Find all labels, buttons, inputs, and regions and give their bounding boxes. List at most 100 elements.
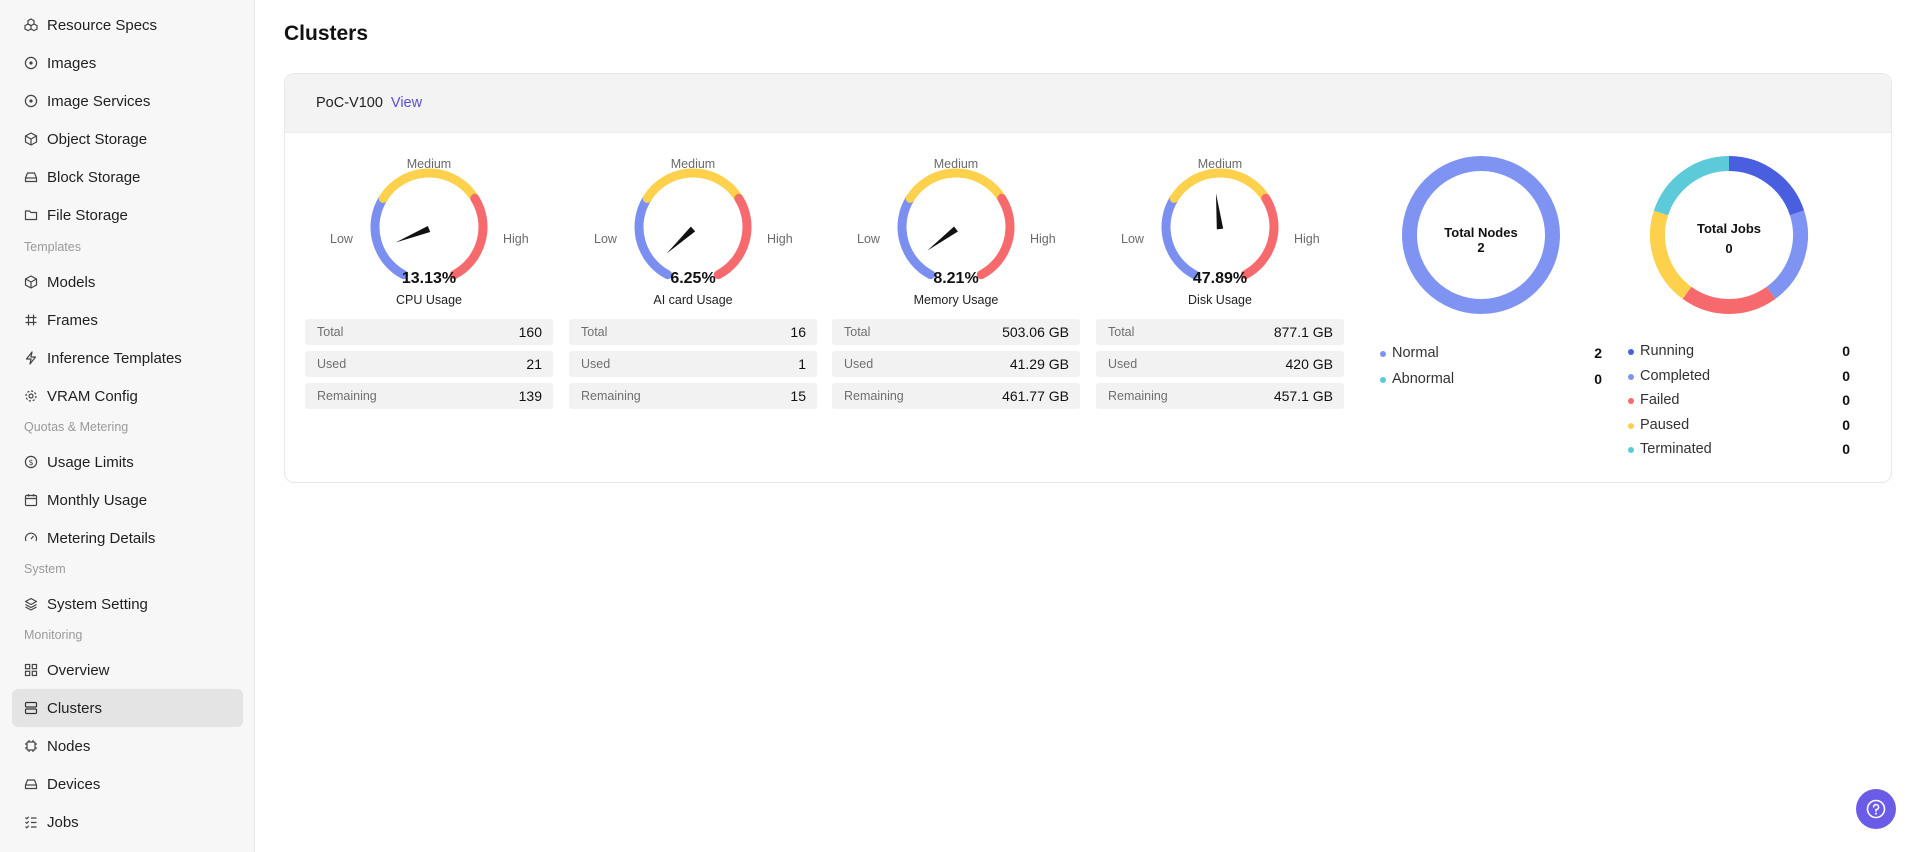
sidebar-item-object-storage[interactable]: Object Storage xyxy=(12,120,243,158)
sidebar-item-label: Models xyxy=(47,273,96,291)
legend-item-terminated: Terminated 0 xyxy=(1628,441,1850,457)
sidebar-item-label: Usage Limits xyxy=(47,453,134,471)
failed-dot-icon xyxy=(1628,398,1634,404)
legend-value: 0 xyxy=(1842,392,1850,408)
image-icon xyxy=(24,56,38,70)
view-link[interactable]: View xyxy=(391,95,422,111)
gauge-name: Memory Usage xyxy=(913,293,999,307)
help-button[interactable] xyxy=(1856,789,1896,829)
sidebar-item-images[interactable]: Images xyxy=(12,44,243,82)
legend-value: 0 xyxy=(1842,441,1850,457)
calendar-icon xyxy=(24,493,38,507)
sidebar-item-label: System Setting xyxy=(47,595,148,613)
cluster-name: PoC-V100 xyxy=(316,95,383,111)
stat-label: Used xyxy=(1108,357,1138,371)
stat-label: Total xyxy=(581,325,608,339)
gauge-low-arc xyxy=(1161,193,1200,280)
cluster-card-header: PoC-V100 View xyxy=(285,74,1891,133)
legend-label: Normal xyxy=(1392,345,1439,361)
gauge-block: Medium Low High 8.21% Memory Usage Total 503.0… xyxy=(832,134,1080,409)
sidebar-item-file-storage[interactable]: File Storage xyxy=(12,196,243,234)
normal-dot-icon xyxy=(1380,351,1386,357)
sidebar-item-label: Devices xyxy=(47,775,101,793)
cluster-card: PoC-V100 View Medium Low High 13.13% CPU Usa… xyxy=(284,73,1892,483)
sidebar-item-block-storage[interactable]: Block Storage xyxy=(12,158,243,196)
sidebar-item-label: Resource Specs xyxy=(47,16,158,34)
gauge-high-arc xyxy=(1240,193,1279,280)
legend-value: 0 xyxy=(1842,416,1850,433)
sidebar-item-label: VRAM Config xyxy=(47,387,138,405)
legend-label: Paused xyxy=(1640,416,1690,433)
legend-label: Terminated xyxy=(1640,441,1712,457)
gauge-medium-arc xyxy=(642,168,744,203)
stat-label: Used xyxy=(844,357,874,371)
sidebar-item-jobs[interactable]: Jobs xyxy=(12,803,243,841)
hash-icon xyxy=(24,313,38,327)
legend-value: 0 xyxy=(1594,371,1602,387)
sidebar-item-label: Monthly Usage xyxy=(47,491,148,509)
sidebar-item-metering-details[interactable]: Metering Details xyxy=(12,519,243,557)
legend-label: Running xyxy=(1640,343,1695,359)
sidebar-item-frames[interactable]: Frames xyxy=(12,301,243,339)
stat-value: 457.1 GB xyxy=(1273,388,1333,404)
jobs-segment-terminated xyxy=(1653,156,1730,216)
stat-row: Used 21 xyxy=(305,351,553,377)
main-content: Clusters PoC-V100 View Medium Low High 13.1… xyxy=(256,0,1920,852)
svg-text:$: $ xyxy=(28,458,33,467)
sidebar-item-clusters[interactable]: Clusters xyxy=(12,689,243,727)
nodes-donut-label: Total Nodes 2 xyxy=(1421,225,1541,255)
gauge-medium-label: Medium xyxy=(406,157,452,171)
sidebar-item-monthly-usage[interactable]: Monthly Usage xyxy=(12,481,243,519)
sidebar-item-overview[interactable]: Overview xyxy=(12,651,243,689)
gear-icon xyxy=(24,389,38,403)
legend-item-running: Running 0 xyxy=(1628,343,1850,359)
paused-dot-icon xyxy=(1628,422,1634,429)
gauge-block: Medium Low High 6.25% AI card Usage Total 16 Us… xyxy=(569,134,817,409)
sidebar-section-monitoring: Monitoring xyxy=(24,628,83,642)
stat-row: Total 16 xyxy=(569,319,817,345)
jobs-donut-block: Total Jobs 0 Running 0 Completed 0 Failed 0 Pa… xyxy=(1618,134,1858,474)
gauge-name: AI card Usage xyxy=(653,293,733,307)
gauge-needle xyxy=(1215,193,1224,230)
nodes-donut-title: Total Nodes xyxy=(1444,225,1518,240)
gauge-block: Medium Low High 13.13% CPU Usage Total 160 Used… xyxy=(305,134,553,409)
gauge-low-label: Low xyxy=(594,232,617,246)
legend-label: Failed xyxy=(1640,392,1680,408)
list-check-icon xyxy=(24,815,38,829)
sidebar-section-system: System xyxy=(24,562,66,576)
legend-label: Abnormal xyxy=(1392,371,1455,387)
sidebar-item-image-services[interactable]: Image Services xyxy=(12,82,243,120)
jobs-segment-running xyxy=(1728,156,1805,216)
page-title: Clusters xyxy=(284,22,369,45)
gauge-low-arc xyxy=(897,193,936,280)
sidebar-item-label: Image Services xyxy=(47,92,151,110)
sidebar-item-devices[interactable]: Devices xyxy=(12,765,243,803)
gauge-high-label: High xyxy=(1030,232,1056,246)
sidebar-item-system-setting[interactable]: System Setting xyxy=(12,585,243,623)
zap-icon xyxy=(24,351,38,365)
stat-value: 15 xyxy=(790,388,806,404)
chip-icon xyxy=(24,739,38,753)
sidebar-item-usage-limits[interactable]: $ Usage Limits xyxy=(12,443,243,481)
gauge-block: Medium Low High 47.89% Disk Usage Total 877.1 … xyxy=(1096,134,1344,409)
stat-label: Used xyxy=(581,357,611,371)
sidebar-item-inference-templates[interactable]: Inference Templates xyxy=(12,339,243,377)
sidebar-item-nodes[interactable]: Nodes xyxy=(12,727,243,765)
sidebar-item-models[interactable]: Models xyxy=(12,263,243,301)
gauge-high-arc xyxy=(449,193,488,280)
sidebar-item-vram-config[interactable]: VRAM Config xyxy=(12,377,243,415)
gauge-percent: 13.13% xyxy=(401,270,457,287)
sidebar-item-resource-specs[interactable]: Resource Specs xyxy=(12,6,243,44)
cube-icon xyxy=(24,275,38,289)
box-icon xyxy=(24,132,38,146)
image-service-icon xyxy=(24,94,38,108)
gauge-high-label: High xyxy=(503,232,529,246)
stat-value: 160 xyxy=(518,324,542,340)
gauge-medium-arc xyxy=(1169,168,1271,203)
sidebar-item-label: Inference Templates xyxy=(47,349,182,367)
gauge-icon xyxy=(24,531,38,545)
gauge-low-label: Low xyxy=(857,232,880,246)
layers-icon xyxy=(24,597,38,611)
gauge-high-arc xyxy=(976,193,1015,280)
stat-label: Remaining xyxy=(1108,389,1168,403)
